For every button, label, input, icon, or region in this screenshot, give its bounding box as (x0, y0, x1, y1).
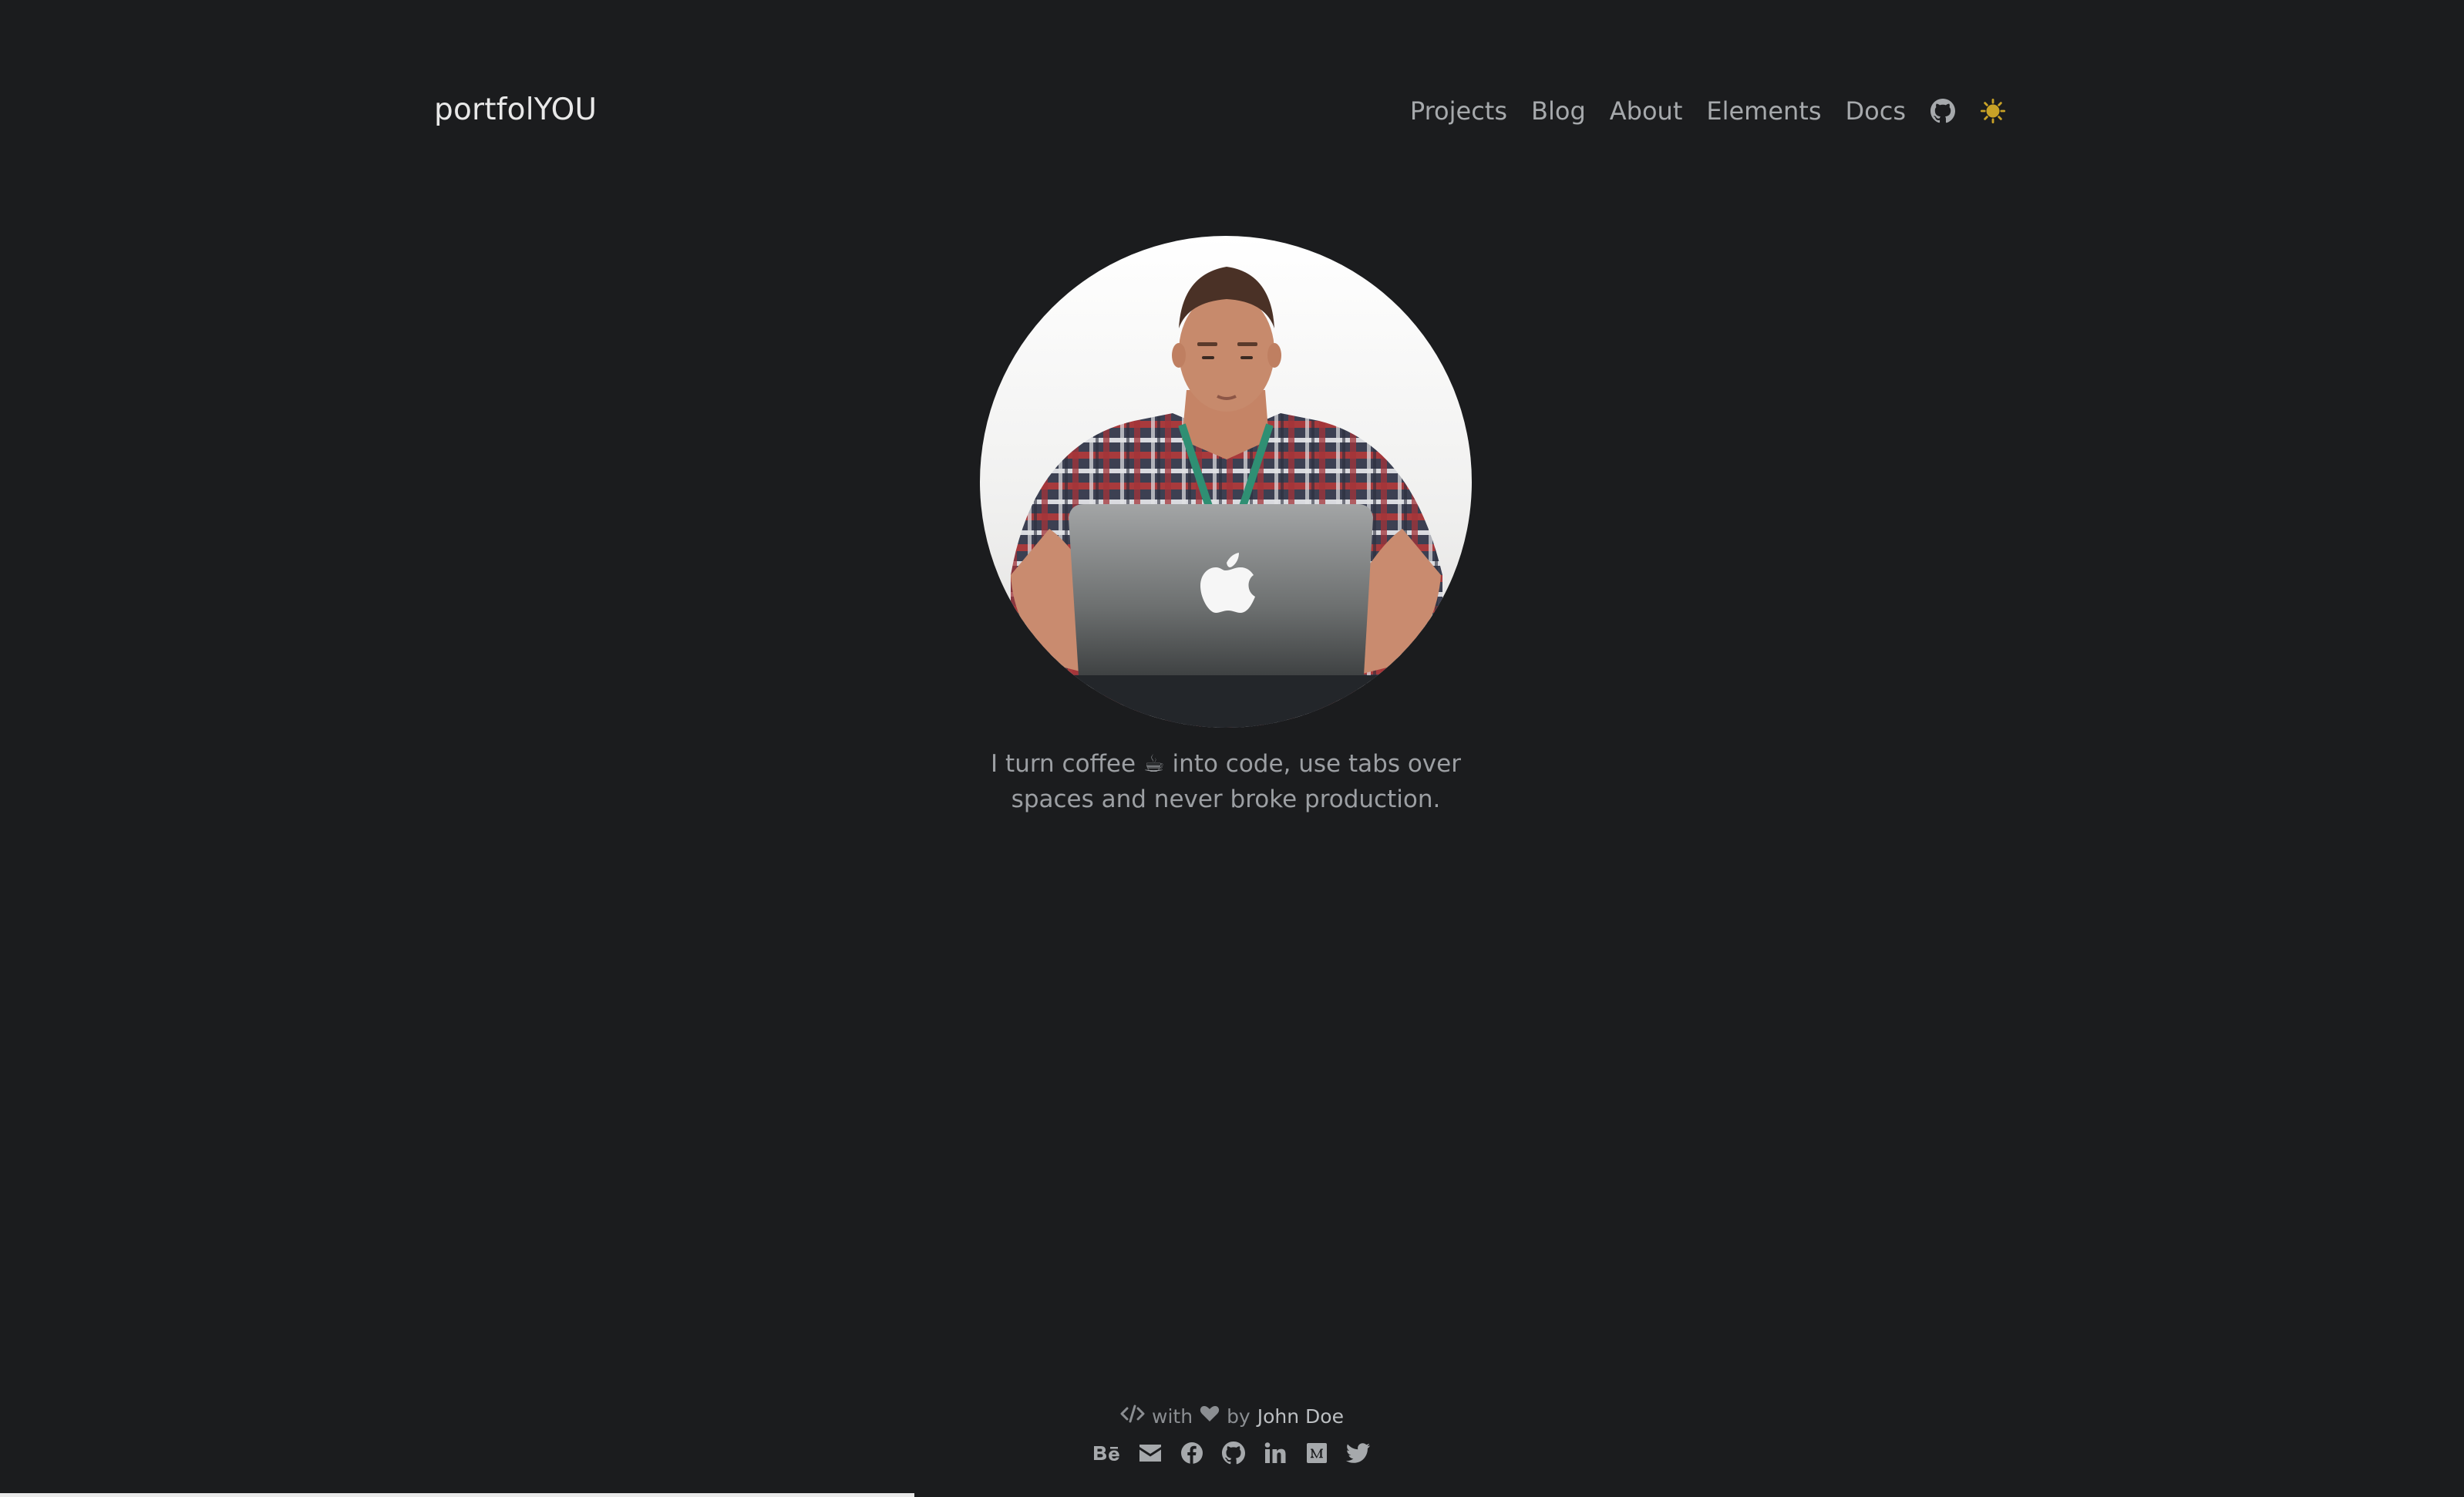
github-icon[interactable] (1930, 98, 1956, 124)
facebook-icon[interactable] (1179, 1440, 1205, 1466)
profile-photo (980, 236, 1472, 728)
linkedin-icon[interactable] (1262, 1440, 1288, 1466)
github-icon[interactable] (1220, 1440, 1247, 1466)
behance-icon[interactable] (1092, 1440, 1122, 1466)
page-load-progress-bar (0, 1493, 914, 1497)
bio-text: I turn coffee ☕ into code, use tabs over… (956, 746, 1496, 817)
twitter-icon[interactable] (1345, 1440, 1372, 1466)
nav-link-elements[interactable]: Elements (1706, 96, 1821, 126)
page: portfolYOU Projects Blog About Elements … (0, 0, 2464, 1497)
code-icon (1120, 1404, 1145, 1428)
social-links (0, 1437, 2464, 1469)
bio-line-2: spaces and never broke production. (1011, 786, 1441, 813)
footer-with-text: with (1152, 1404, 1193, 1428)
footer-credit: with by John Doe (0, 1404, 2464, 1428)
nav-link-docs[interactable]: Docs (1846, 96, 1906, 126)
heart-icon (1200, 1404, 1220, 1428)
medium-icon[interactable] (1304, 1440, 1330, 1466)
footer-author-link[interactable]: John Doe (1257, 1405, 1344, 1428)
main-nav: Projects Blog About Elements Docs (1410, 91, 2006, 131)
avatar (980, 236, 1472, 728)
email-icon[interactable] (1137, 1440, 1163, 1466)
brand-logo-link[interactable]: portfolYOU (434, 93, 597, 127)
nav-link-projects[interactable]: Projects (1410, 96, 1507, 126)
sun-icon[interactable] (1980, 98, 2006, 124)
nav-link-about[interactable]: About (1610, 96, 1683, 126)
footer-by-text: by (1227, 1404, 1251, 1428)
nav-link-blog[interactable]: Blog (1531, 96, 1586, 126)
bio-line-1: I turn coffee ☕ into code, use tabs over (991, 750, 1461, 778)
